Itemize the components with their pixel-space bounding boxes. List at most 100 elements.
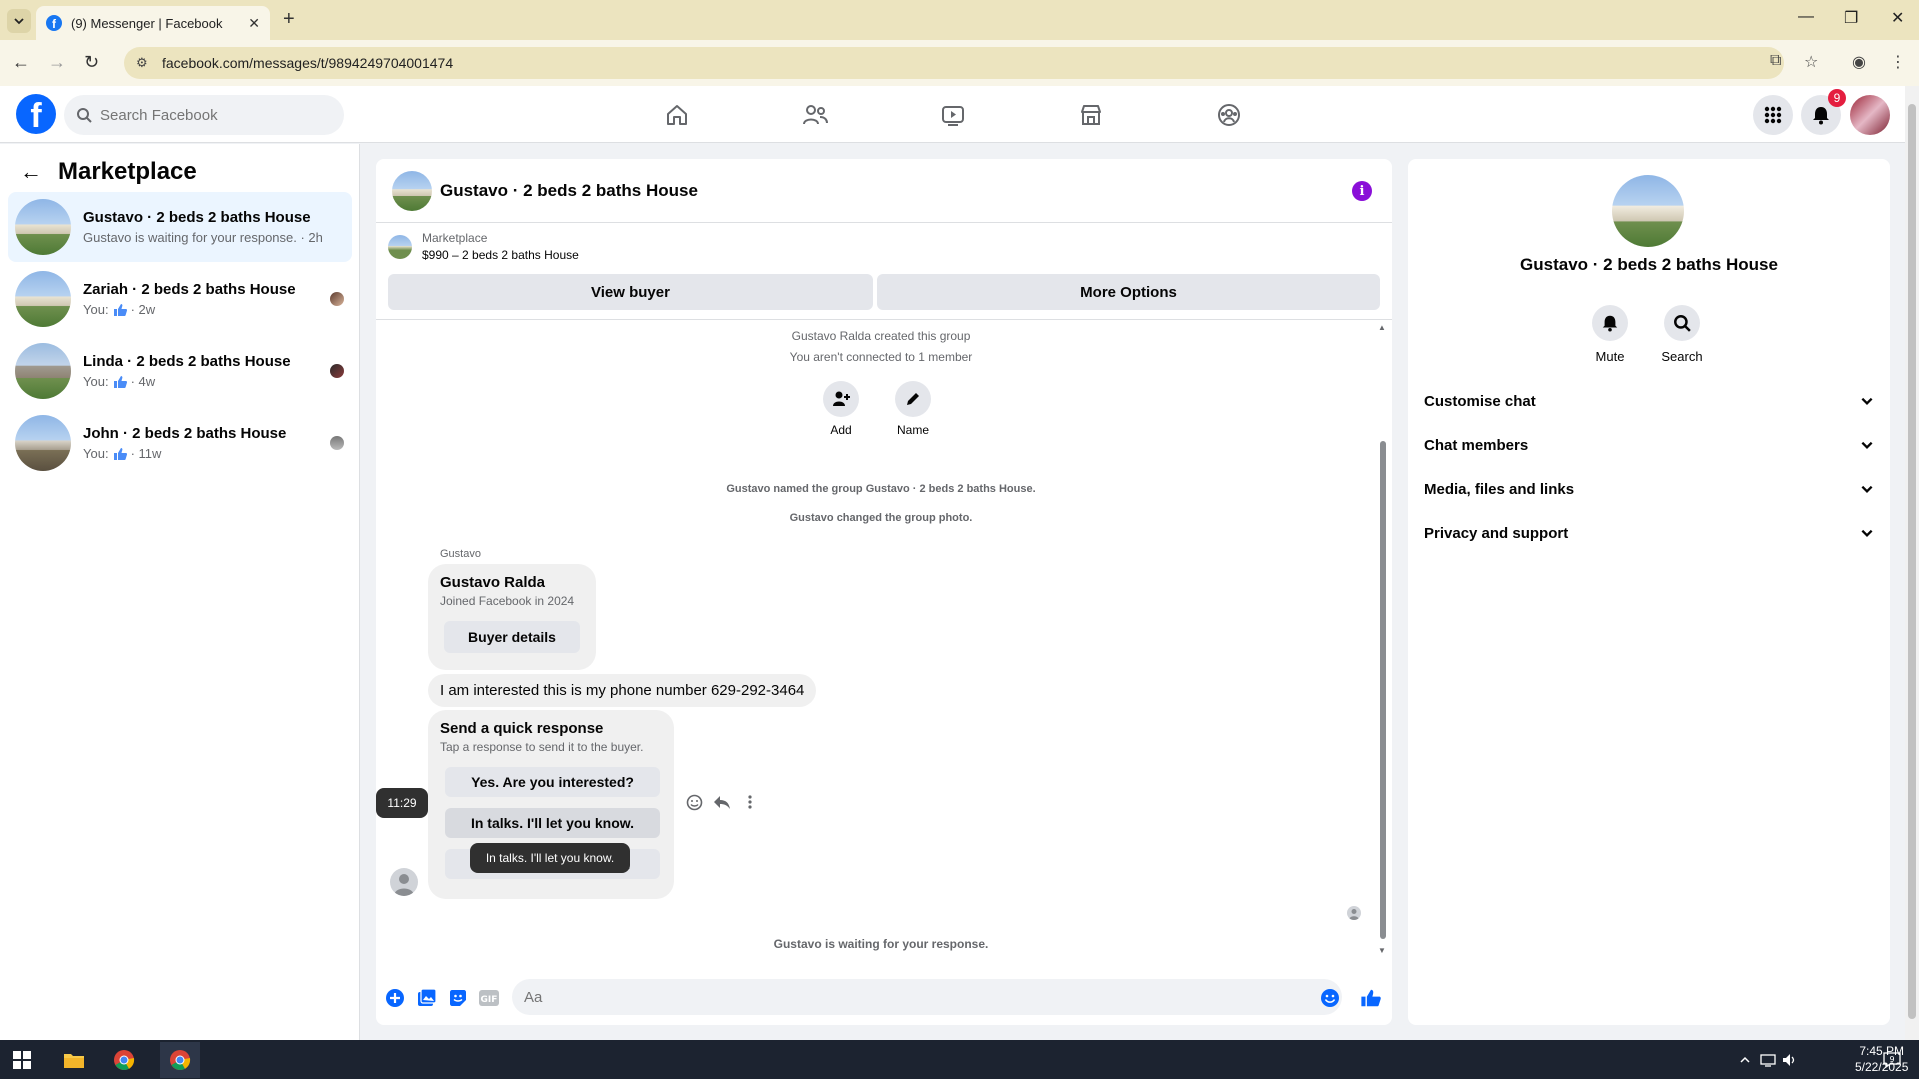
file-explorer-icon[interactable]: [62, 1048, 86, 1072]
listing-title: $990 – 2 beds 2 baths House: [422, 248, 579, 262]
conversation-meta: Linda · 2 beds 2 baths House You: · 4w: [83, 353, 352, 389]
minimize-button[interactable]: —: [1798, 8, 1814, 26]
name-label: Name: [896, 423, 929, 437]
system-message-created: Gustavo Ralda created this group: [791, 329, 971, 343]
emoji-icon[interactable]: [1319, 987, 1341, 1009]
you-label: You:: [83, 374, 109, 389]
page-scrollbar[interactable]: [1905, 86, 1919, 1040]
chat-title[interactable]: Gustavo · 2 beds 2 baths House: [440, 181, 698, 201]
add-member-action[interactable]: Add: [821, 381, 861, 437]
search-action[interactable]: Search: [1652, 305, 1712, 364]
facebook-favicon-icon: f: [46, 15, 62, 31]
forward-arrow-icon[interactable]: →: [48, 52, 66, 73]
emoji-react-icon[interactable]: [684, 792, 704, 812]
more-dots-icon[interactable]: [740, 792, 760, 812]
buyer-details-button[interactable]: Buyer details: [444, 621, 580, 653]
facebook-logo-icon[interactable]: f: [16, 94, 56, 134]
notification-center-icon[interactable]: 9: [1880, 1048, 1904, 1072]
conversation-name: Zariah · 2 beds 2 baths House: [83, 281, 296, 298]
browser-menu-icon[interactable]: ⋮: [1890, 52, 1906, 72]
page-scrollbar-thumb[interactable]: [1908, 104, 1916, 1019]
photo-gallery-icon[interactable]: [416, 987, 438, 1009]
buyer-profile-card: Gustavo Ralda Joined Facebook in 2024 Bu…: [428, 564, 596, 670]
quick-response-option[interactable]: Yes. Are you interested?: [445, 767, 660, 797]
browser-toolbar: ← → ↻ ⚙ facebook.com/messages/t/98942497…: [0, 40, 1919, 86]
mute-action[interactable]: Mute: [1580, 305, 1640, 364]
menu-grid-button[interactable]: [1753, 95, 1793, 135]
more-options-button[interactable]: More Options: [877, 274, 1380, 310]
nav-watch[interactable]: [938, 100, 968, 130]
reload-icon[interactable]: ↻: [84, 52, 99, 73]
tab-search-dropdown[interactable]: [7, 9, 31, 33]
conversation-preview: Gustavo is waiting for your response. · …: [83, 230, 323, 245]
address-bar[interactable]: ⚙ facebook.com/messages/t/98942497040014…: [124, 47, 1784, 79]
bookmark-star-icon[interactable]: ☆: [1804, 52, 1818, 72]
browser-tab-active[interactable]: f (9) Messenger | Facebook ✕: [36, 6, 270, 40]
home-icon: [667, 105, 687, 125]
section-label: Privacy and support: [1424, 524, 1569, 542]
quick-response-option[interactable]: In talks. I'll let you know.: [445, 808, 660, 838]
search-input[interactable]: [100, 106, 320, 124]
person-icon: [1349, 909, 1359, 920]
section-privacy-support[interactable]: Privacy and support: [1416, 513, 1882, 553]
facebook-search[interactable]: [64, 95, 344, 135]
name-group-action[interactable]: Name: [893, 381, 933, 437]
listing-text: Marketplace $990 – 2 beds 2 baths House: [422, 231, 579, 262]
chevron-down-icon: [1861, 397, 1873, 405]
section-chat-members[interactable]: Chat members: [1416, 425, 1882, 465]
tray-chevron-icon[interactable]: [1733, 1048, 1757, 1072]
reply-icon[interactable]: [712, 792, 732, 812]
back-arrow-icon[interactable]: ←: [12, 52, 30, 73]
listing-summary[interactable]: Marketplace $990 – 2 beds 2 baths House: [388, 231, 579, 262]
notification-count: 9: [1889, 1055, 1894, 1064]
quick-response-subtitle: Tap a response to send it to the buyer.: [440, 740, 644, 754]
chat-avatar[interactable]: [392, 170, 432, 211]
conversation-item-linda[interactable]: Linda · 2 beds 2 baths House You: · 4w: [8, 336, 352, 406]
section-customise-chat[interactable]: Customise chat: [1416, 381, 1882, 421]
chrome-active-icon[interactable]: [160, 1042, 200, 1078]
message-input[interactable]: [524, 988, 1284, 1006]
site-info-icon[interactable]: ⚙: [136, 55, 152, 71]
nav-groups[interactable]: [1214, 100, 1244, 130]
gif-icon[interactable]: GIF: [478, 987, 500, 1009]
chat-scrollbar[interactable]: ▲ ▼: [1378, 323, 1388, 955]
volume-icon[interactable]: [1778, 1048, 1802, 1072]
buyer-joined: Joined Facebook in 2024: [440, 594, 575, 608]
account-avatar[interactable]: [1850, 95, 1890, 135]
svg-text:GIF: GIF: [481, 995, 498, 1005]
conversation-item-john[interactable]: John · 2 beds 2 baths House You: · 11w: [8, 408, 352, 478]
system-message-named: Gustavo named the group Gustavo · 2 beds…: [726, 483, 1036, 495]
view-buyer-button[interactable]: View buyer: [388, 274, 873, 310]
windows-start-icon[interactable]: [10, 1048, 34, 1072]
profile-icon[interactable]: ◉: [1852, 52, 1866, 72]
scroll-up-icon[interactable]: ▲: [1378, 323, 1386, 332]
conversation-item-gustavo[interactable]: Gustavo · 2 beds 2 baths House Gustavo i…: [8, 192, 352, 262]
chrome-icon[interactable]: [112, 1048, 136, 1072]
info-icon[interactable]: i: [1352, 181, 1372, 201]
tab-close-icon[interactable]: ✕: [248, 15, 260, 32]
scrollbar-thumb[interactable]: [1380, 441, 1386, 939]
chevron-down-icon: [1861, 485, 1873, 493]
group-photo[interactable]: [1612, 175, 1684, 247]
install-app-icon[interactable]: ⧉: [1770, 52, 1781, 70]
sticker-icon[interactable]: [447, 987, 469, 1009]
new-tab-button[interactable]: +: [283, 8, 295, 31]
nav-friends[interactable]: [800, 100, 830, 130]
section-label: Media, files and links: [1424, 480, 1575, 498]
conversation-item-zariah[interactable]: Zariah · 2 beds 2 baths House You: · 2w: [8, 264, 352, 334]
message-composer[interactable]: [512, 979, 1342, 1015]
section-media-files[interactable]: Media, files and links: [1416, 469, 1882, 509]
message-bubble[interactable]: I am interested this is my phone number …: [428, 674, 817, 707]
chat-header: Gustavo · 2 beds 2 baths House i: [376, 159, 1392, 223]
network-icon[interactable]: [1756, 1048, 1780, 1072]
sender-avatar[interactable]: [390, 868, 418, 896]
scroll-down-icon[interactable]: ▼: [1378, 946, 1386, 955]
close-window-button[interactable]: ✕: [1891, 8, 1904, 28]
plus-circle-icon[interactable]: [384, 987, 406, 1009]
nav-marketplace[interactable]: [1076, 100, 1106, 130]
like-icon[interactable]: [1360, 987, 1382, 1009]
back-arrow-icon[interactable]: ←: [20, 159, 42, 185]
restore-button[interactable]: ❐: [1844, 8, 1858, 28]
nav-home[interactable]: [662, 100, 692, 130]
listing-thumbnail: [15, 415, 71, 471]
